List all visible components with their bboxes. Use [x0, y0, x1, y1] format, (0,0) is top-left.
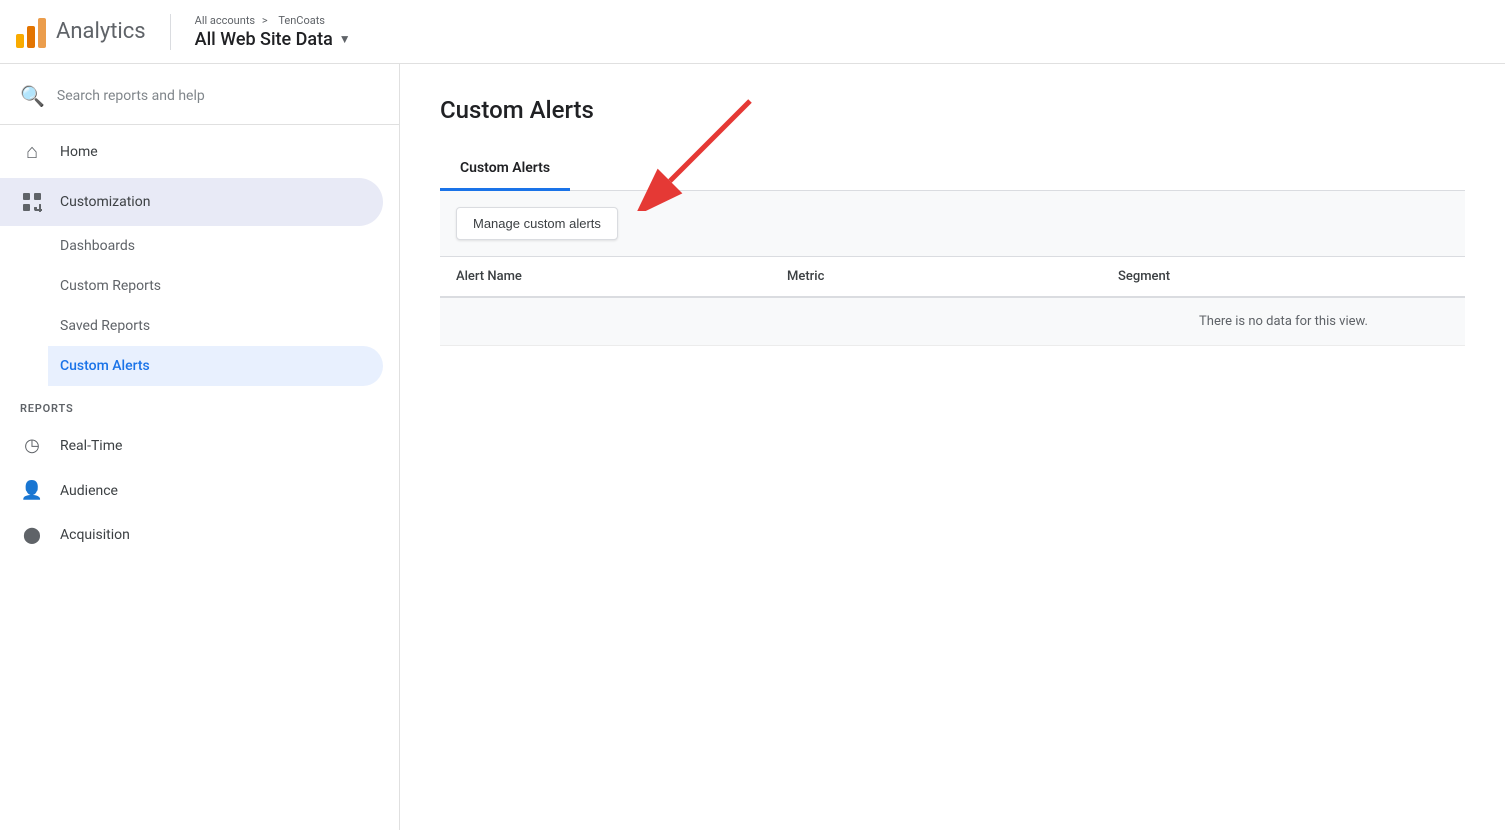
search-placeholder: Search reports and help	[57, 88, 205, 104]
sidebar-item-saved-reports[interactable]: Saved Reports	[60, 306, 383, 346]
person-icon: 👤	[20, 480, 44, 501]
sidebar-customization-label: Customization	[60, 194, 150, 210]
logo-bar-3	[38, 18, 46, 48]
tabs-container: Custom Alerts	[440, 148, 1465, 191]
customization-sub-items: Dashboards Custom Reports Saved Reports …	[0, 226, 399, 386]
audience-label: Audience	[60, 483, 118, 499]
empty-message: There is no data for this view.	[1118, 314, 1449, 329]
sidebar-home-label: Home	[60, 144, 98, 160]
breadcrumb-separator: >	[262, 14, 268, 27]
empty-col-1	[456, 314, 787, 329]
custom-reports-label: Custom Reports	[60, 278, 161, 294]
page-title: Custom Alerts	[440, 96, 1465, 124]
breadcrumb-all-accounts[interactable]: All accounts	[195, 14, 255, 27]
sidebar-item-custom-alerts[interactable]: Custom Alerts	[48, 346, 383, 386]
sidebar-search[interactable]: 🔍 Search reports and help	[0, 64, 399, 125]
column-alert-name: Alert Name	[456, 269, 787, 284]
empty-col-2	[787, 314, 1118, 329]
clock-icon: ◷	[20, 435, 44, 456]
sidebar-item-real-time[interactable]: ◷ Real-Time	[0, 423, 399, 468]
sidebar-item-audience[interactable]: 👤 Audience	[0, 468, 399, 513]
table-toolbar: Manage custom alerts	[440, 191, 1465, 257]
home-icon: ⌂	[20, 139, 44, 164]
logo-bar-2	[27, 26, 35, 48]
sidebar-item-acquisition[interactable]: ⬤ Acquisition	[0, 513, 399, 556]
alerts-table: Alert Name Metric Segment There is no da…	[440, 257, 1465, 346]
column-metric: Metric	[787, 269, 1118, 284]
sidebar-item-custom-reports[interactable]: Custom Reports	[60, 266, 383, 306]
analytics-title: Analytics	[56, 19, 146, 44]
customization-icon	[20, 192, 44, 212]
acquisition-label: Acquisition	[60, 527, 130, 543]
sidebar: 🔍 Search reports and help ⌂ Home Customi…	[0, 64, 400, 830]
table-header: Alert Name Metric Segment	[440, 257, 1465, 298]
app-header: Analytics All accounts > TenCoats All We…	[0, 0, 1505, 64]
tab-custom-alerts[interactable]: Custom Alerts	[440, 148, 570, 191]
page-content: Custom Alerts Custom Alerts Manag	[400, 64, 1505, 378]
header-divider	[170, 14, 171, 50]
breadcrumb-account: TenCoats	[278, 14, 325, 27]
table-wrapper: Manage custom alerts Alert Name Metric S…	[440, 191, 1465, 346]
table-empty-row: There is no data for this view.	[440, 298, 1465, 346]
main-content-area: Custom Alerts Custom Alerts Manag	[400, 64, 1505, 830]
saved-reports-label: Saved Reports	[60, 318, 150, 334]
column-segment: Segment	[1118, 269, 1449, 284]
breadcrumb-top: All accounts > TenCoats	[195, 14, 351, 27]
reports-section-label: REPORTS	[0, 386, 399, 423]
sidebar-item-home[interactable]: ⌂ Home	[0, 125, 399, 178]
main-layout: 🔍 Search reports and help ⌂ Home Customi…	[0, 64, 1505, 830]
analytics-logo	[16, 16, 46, 48]
header-breadcrumb: All accounts > TenCoats All Web Site Dat…	[195, 14, 351, 50]
property-selector[interactable]: All Web Site Data ▼	[195, 29, 351, 50]
search-icon: 🔍	[20, 84, 45, 108]
sidebar-item-customization[interactable]: Customization	[0, 178, 383, 226]
chevron-down-icon: ▼	[339, 32, 351, 46]
manage-custom-alerts-button[interactable]: Manage custom alerts	[456, 207, 618, 240]
custom-alerts-label: Custom Alerts	[60, 358, 150, 374]
dashboards-label: Dashboards	[60, 238, 135, 254]
sidebar-item-dashboards[interactable]: Dashboards	[60, 226, 383, 266]
acquisition-icon: ⬤	[20, 525, 44, 544]
real-time-label: Real-Time	[60, 438, 122, 454]
property-name: All Web Site Data	[195, 29, 333, 50]
logo-container: Analytics	[16, 16, 146, 48]
logo-bar-1	[16, 34, 24, 48]
